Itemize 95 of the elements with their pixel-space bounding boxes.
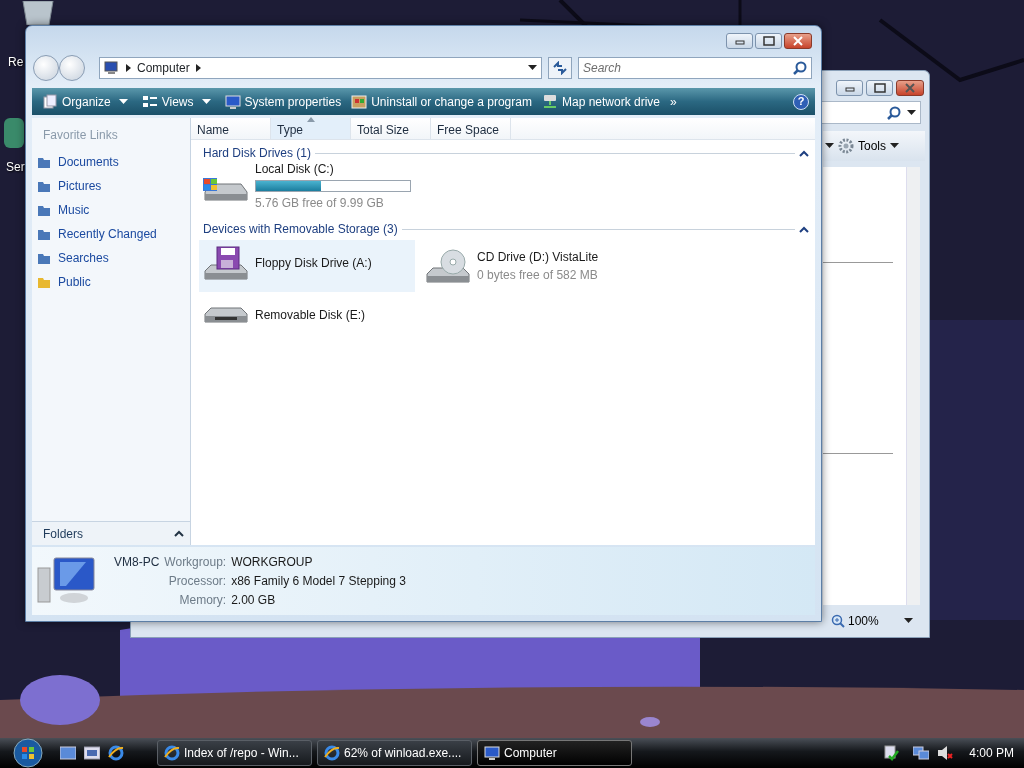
monitor-icon [224, 93, 241, 110]
scrollbar[interactable] [906, 167, 920, 605]
drive-item[interactable]: Local Disk (C:) 5.76 GB free of 9.99 GB [199, 160, 415, 212]
drive-item[interactable]: CD Drive (D:) VistaLite 0 bytes free of 582 MB [421, 240, 637, 292]
volume-muted-icon[interactable] [937, 745, 954, 761]
column-header[interactable]: Free Space [431, 118, 511, 139]
close-icon [791, 35, 805, 47]
maximize-button[interactable] [755, 33, 782, 49]
chevron-icon [126, 64, 131, 72]
caret-icon [825, 143, 834, 149]
taskbar-button[interactable]: 62% of winload.exe.... [317, 740, 472, 766]
favorite-link[interactable]: Documents [32, 150, 190, 174]
network-drive-icon [541, 93, 558, 110]
group-header[interactable]: Hard Disk Drives (1) [203, 144, 311, 162]
field-value: x86 Family 6 Model 7 Stepping 3 [231, 573, 406, 590]
browser-icon [164, 745, 180, 761]
folder-icon [37, 155, 51, 169]
field-value: WORKGROUP [231, 554, 314, 571]
browser-icon [324, 745, 340, 761]
pane-title: Favorite Links [42, 127, 119, 144]
close-button[interactable] [896, 80, 924, 96]
toolbar-button[interactable]: Uninstall or change a program [347, 90, 536, 113]
computer-icon [484, 745, 500, 761]
breadcrumb[interactable]: Computer [137, 59, 190, 77]
maximize-icon [872, 82, 887, 94]
favorite-link[interactable]: Public [32, 270, 190, 294]
toolbar-button[interactable]: Organize [38, 90, 132, 113]
refresh-button[interactable] [548, 57, 572, 79]
collapse-icon[interactable] [799, 225, 809, 233]
field-label: Workgroup: [164, 554, 227, 571]
minimize-button[interactable] [726, 33, 753, 49]
desktop-app-icon [4, 118, 24, 148]
chevron-up-icon [174, 530, 184, 537]
maximize-button[interactable] [866, 80, 893, 96]
group-header[interactable]: Devices with Removable Storage (3) [203, 220, 398, 238]
search-field[interactable]: Search [578, 57, 812, 79]
toolbar-button[interactable]: Map network drive [537, 90, 664, 113]
refresh-icon [552, 61, 568, 75]
network-icon[interactable] [913, 745, 930, 761]
minimize-button[interactable] [836, 80, 863, 96]
folder-icon [37, 275, 51, 289]
safely-remove-icon[interactable] [883, 745, 900, 761]
clock[interactable]: 4:00 PM [969, 744, 1014, 762]
favorite-link[interactable]: Pictures [32, 174, 190, 198]
computer-icon [104, 61, 120, 75]
taskbar-button[interactable]: Index of /repo - Win... [157, 740, 312, 766]
view-grid-icon [141, 93, 158, 110]
favorite-link[interactable]: Music [32, 198, 190, 222]
sort-arrow-icon [307, 117, 315, 122]
overflow-button[interactable]: » [666, 90, 681, 113]
toolbar-button[interactable]: Views [137, 90, 215, 113]
column-header[interactable]: Total Size [351, 118, 431, 139]
field-value: 2.00 GB [231, 592, 277, 609]
computer-name: VM8-PC [114, 554, 160, 571]
cd-drive-icon [423, 248, 473, 284]
column-header[interactable]: Type [271, 118, 351, 139]
folder-icon [37, 251, 51, 265]
close-icon [903, 82, 917, 94]
floppy-drive-icon [201, 245, 251, 281]
caret-icon [890, 143, 899, 149]
folder-icon [37, 203, 51, 217]
window-switcher-icon[interactable] [84, 746, 100, 760]
search-icon [887, 105, 901, 120]
pages-icon [42, 93, 58, 110]
drive-item[interactable]: Removable Disk (E:) [199, 292, 415, 344]
drive-item[interactable]: Floppy Disk Drive (A:) [199, 240, 415, 292]
help-button[interactable]: ? [793, 93, 809, 110]
zoom-button[interactable]: 100% [831, 611, 921, 631]
field-label: Processor: [167, 573, 227, 590]
maximize-icon [761, 35, 776, 47]
desktop-icon-label[interactable]: Ser [6, 158, 25, 176]
tools-menu-button[interactable]: Tools [838, 137, 899, 155]
zoom-icon [831, 614, 845, 628]
start-button[interactable] [12, 738, 44, 768]
program-box-icon [351, 93, 368, 110]
close-button[interactable] [784, 33, 812, 49]
gear-icon [838, 138, 854, 154]
search-icon [793, 61, 807, 75]
collapse-icon[interactable] [799, 149, 809, 157]
toolbar-button[interactable]: System properties [220, 90, 346, 113]
caret-icon [907, 109, 916, 116]
chevron-icon [195, 64, 201, 72]
browser-icon[interactable] [108, 745, 124, 761]
favorite-link[interactable]: Recently Changed [32, 222, 190, 246]
taskbar-button[interactable]: Computer [477, 740, 632, 766]
search-field[interactable] [821, 101, 921, 124]
folders-bar[interactable]: Folders [32, 521, 190, 545]
caret-icon [903, 618, 913, 624]
folder-icon [37, 179, 51, 193]
field-label: Memory: [178, 592, 227, 609]
removable-drive-icon [201, 307, 251, 323]
address-bar[interactable]: Computer [99, 57, 542, 79]
favorite-link[interactable]: Searches [32, 246, 190, 270]
desktop-icon-label[interactable]: Re [8, 53, 24, 71]
folder-icon [37, 227, 51, 241]
